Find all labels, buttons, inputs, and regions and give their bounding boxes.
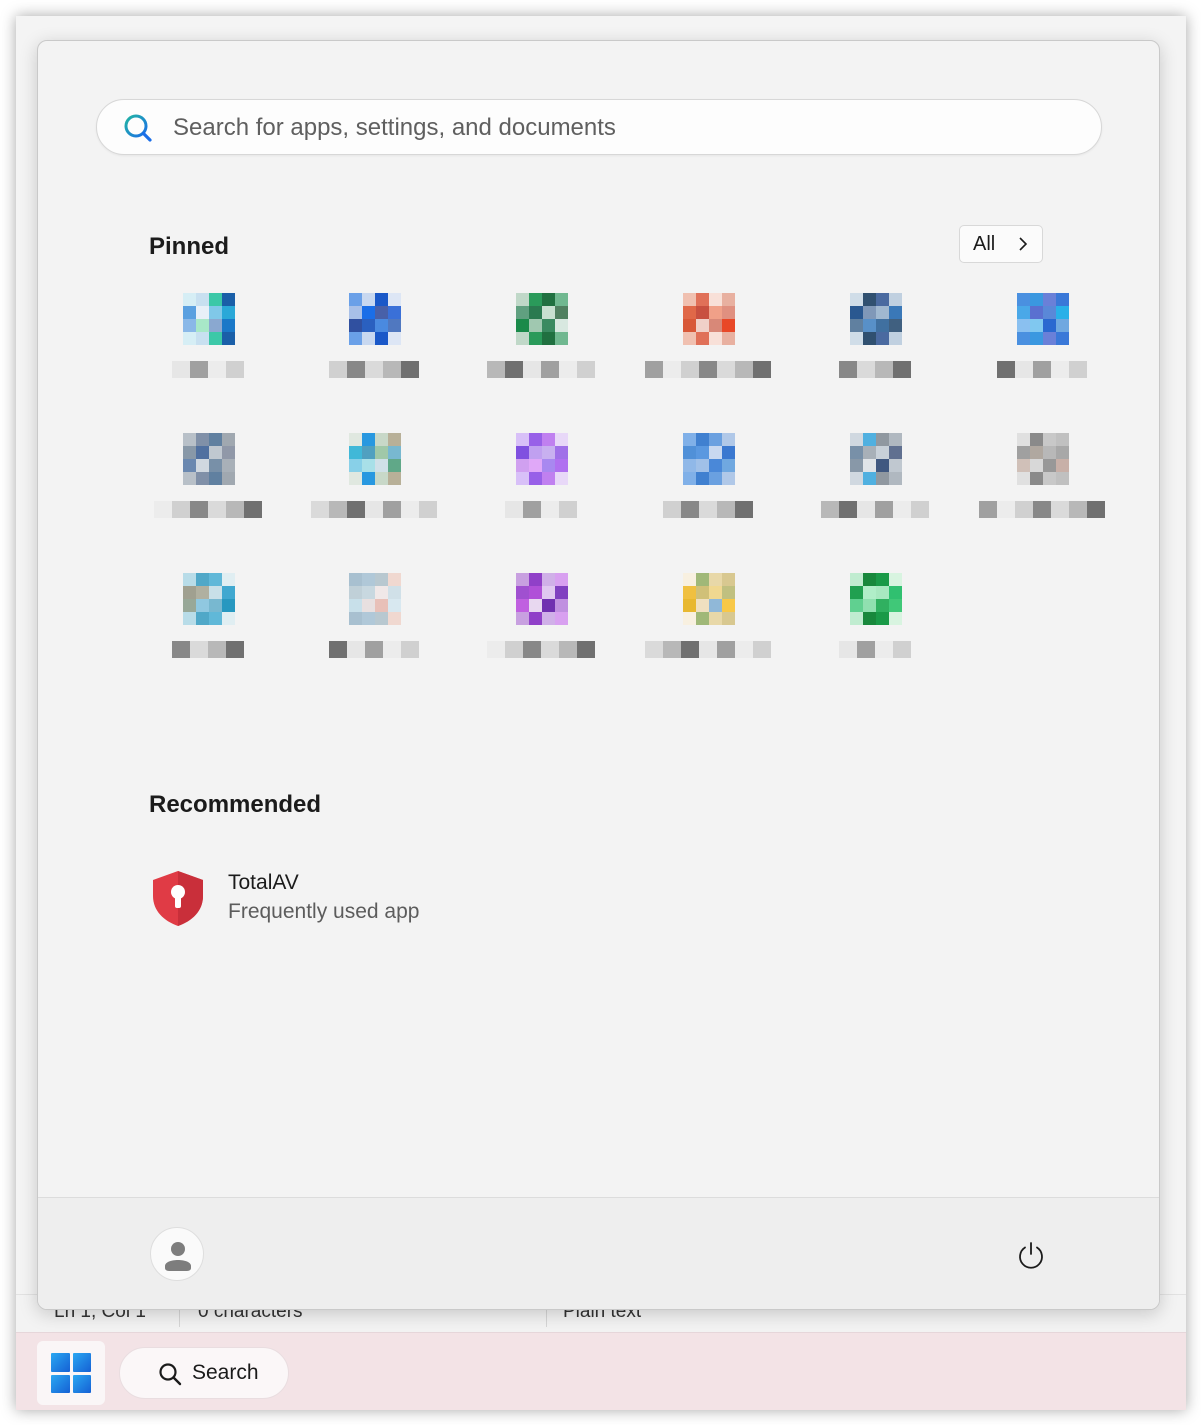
pinned-app-label-obscured	[128, 361, 288, 397]
windows-logo-icon	[51, 1353, 91, 1393]
pinned-app-icon	[183, 433, 235, 485]
pinned-app-label-obscured	[294, 501, 454, 537]
pinned-app-label-obscured	[461, 361, 621, 397]
all-apps-label: All	[973, 232, 996, 255]
recommended-item-totalav[interactable]: TotalAV Frequently used app	[146, 865, 466, 929]
pinned-app-icon	[850, 293, 902, 345]
totalav-shield-icon	[153, 871, 203, 926]
pinned-app-label-obscured	[128, 501, 288, 537]
chevron-right-icon	[1019, 237, 1028, 251]
pinned-app-tile[interactable]	[128, 573, 288, 703]
pinned-app-icon	[683, 573, 735, 625]
pinned-app-tile[interactable]	[128, 433, 288, 563]
pinned-app-icon	[516, 433, 568, 485]
pinned-app-label-obscured	[461, 641, 621, 677]
pinned-app-icon	[1017, 433, 1069, 485]
user-icon	[165, 1242, 191, 1271]
desktop-screen: Ln 1, Col 1 0 characters Plain text Sear…	[16, 16, 1186, 1410]
pinned-app-label-obscured	[962, 501, 1122, 537]
pinned-app-label-obscured	[628, 361, 788, 397]
pinned-app-tile[interactable]	[795, 573, 955, 703]
pinned-app-tile[interactable]	[461, 433, 621, 563]
pinned-app-label-obscured	[294, 641, 454, 677]
start-search-box[interactable]	[96, 99, 1102, 155]
pinned-app-label-obscured	[795, 641, 955, 677]
pinned-app-tile[interactable]	[628, 573, 788, 703]
power-icon[interactable]	[1016, 1240, 1046, 1270]
pinned-app-icon	[516, 293, 568, 345]
pinned-app-icon	[683, 433, 735, 485]
search-icon	[159, 1363, 182, 1386]
user-avatar[interactable]	[150, 1227, 204, 1281]
pinned-app-icon	[516, 573, 568, 625]
start-menu: Pinned All Recommended TotalAV Frequentl…	[37, 40, 1160, 1310]
pinned-app-tile[interactable]	[628, 293, 788, 423]
all-apps-button[interactable]: All	[959, 225, 1043, 263]
pinned-app-tile[interactable]	[294, 433, 454, 563]
pinned-app-tile[interactable]	[461, 293, 621, 423]
pinned-app-label-obscured	[628, 641, 788, 677]
pinned-app-tile[interactable]	[795, 433, 955, 563]
start-search-input[interactable]	[171, 108, 1055, 148]
pinned-app-icon	[183, 573, 235, 625]
pinned-app-icon	[850, 573, 902, 625]
pinned-app-label-obscured	[962, 361, 1122, 397]
pinned-app-label-obscured	[795, 501, 955, 537]
search-icon	[124, 114, 152, 142]
pinned-app-tile[interactable]	[294, 293, 454, 423]
pinned-app-icon	[1017, 293, 1069, 345]
pinned-app-icon	[349, 293, 401, 345]
pinned-app-tile[interactable]	[795, 293, 955, 423]
pinned-app-label-obscured	[294, 361, 454, 397]
pinned-app-icon	[349, 573, 401, 625]
pinned-app-label-obscured	[628, 501, 788, 537]
pinned-app-tile[interactable]	[962, 433, 1122, 563]
pinned-apps-grid	[128, 293, 1105, 713]
pinned-app-icon	[850, 433, 902, 485]
pinned-app-tile[interactable]	[628, 433, 788, 563]
pinned-app-label-obscured	[795, 361, 955, 397]
pinned-app-tile[interactable]	[461, 573, 621, 703]
start-button[interactable]	[37, 1341, 105, 1405]
pinned-app-tile[interactable]	[962, 293, 1122, 423]
recommended-heading: Recommended	[149, 791, 322, 818]
taskbar: Search	[16, 1332, 1186, 1410]
pinned-heading: Pinned	[149, 233, 230, 260]
taskbar-search-label: Search	[192, 1361, 259, 1384]
pinned-app-tile[interactable]	[128, 293, 288, 423]
recommended-app-subtitle: Frequently used app	[228, 900, 420, 923]
pinned-app-icon	[683, 293, 735, 345]
recommended-app-name: TotalAV	[228, 871, 299, 894]
pinned-app-label-obscured	[128, 641, 288, 677]
start-menu-footer	[38, 1197, 1159, 1309]
pinned-app-tile[interactable]	[294, 573, 454, 703]
pinned-app-icon	[349, 433, 401, 485]
taskbar-search-button[interactable]: Search	[119, 1347, 289, 1399]
pinned-app-label-obscured	[461, 501, 621, 537]
pinned-app-icon	[183, 293, 235, 345]
